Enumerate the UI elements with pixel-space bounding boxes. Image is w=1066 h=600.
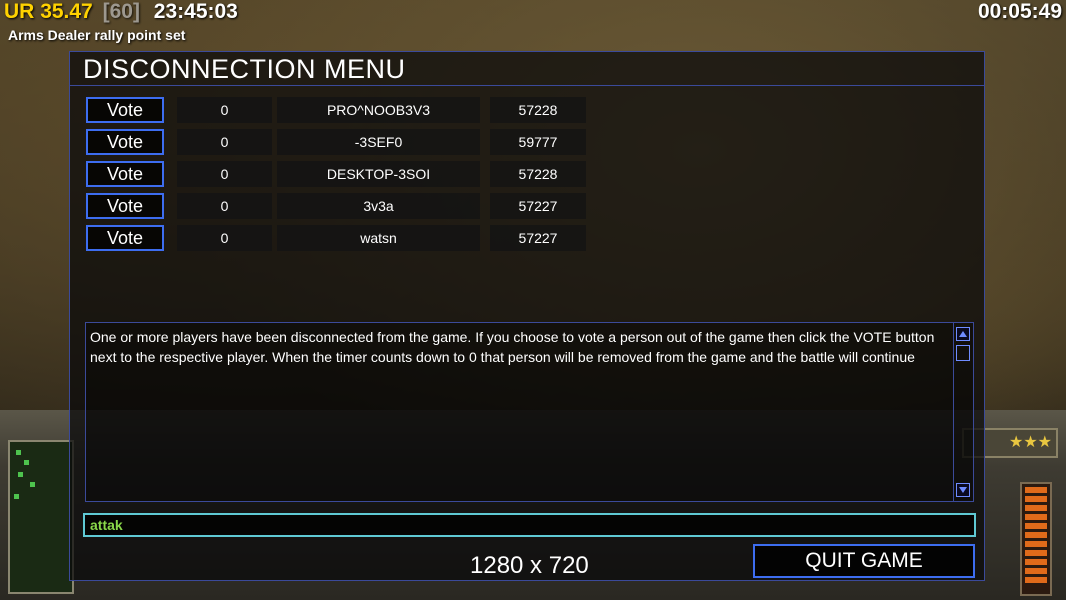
chat-input[interactable]: attak: [83, 513, 976, 537]
ur-label: UR: [4, 0, 35, 23]
vote-count: 0: [177, 129, 272, 155]
game-timer: 00:05:49: [977, 0, 1062, 23]
player-port: 57227: [490, 225, 586, 251]
minimap-unit: [30, 482, 35, 487]
power-meter: [1020, 482, 1052, 596]
disconnection-dialog: DISCONNECTION MENU Vote 0 PRO^NOOB3V3 57…: [69, 51, 985, 581]
disconnect-message: One or more players have been disconnect…: [90, 329, 935, 365]
player-port: 59777: [490, 129, 586, 155]
vote-count: 0: [177, 225, 272, 251]
player-name: watsn: [277, 225, 480, 251]
vote-count: 0: [177, 161, 272, 187]
player-name: DESKTOP-3SOI: [277, 161, 480, 187]
minimap-unit: [24, 460, 29, 465]
scroll-down-icon[interactable]: [956, 483, 970, 497]
player-name: PRO^NOOB3V3: [277, 97, 480, 123]
message-box: One or more players have been disconnect…: [85, 322, 974, 502]
message-scrollbar[interactable]: [953, 323, 973, 501]
vote-count: 0: [177, 193, 272, 219]
quit-game-button[interactable]: QUIT GAME: [753, 544, 975, 578]
player-name: -3SEF0: [277, 129, 480, 155]
vote-button[interactable]: Vote: [86, 193, 164, 219]
minimap-unit: [14, 494, 19, 499]
scroll-thumb[interactable]: [956, 345, 970, 361]
minimap-unit: [16, 450, 21, 455]
player-port: 57228: [490, 97, 586, 123]
scroll-up-icon[interactable]: [956, 327, 970, 341]
hud-stats: UR 35.47 [60] 23:45:03: [4, 0, 238, 24]
hud-faded-value: [60]: [102, 0, 140, 23]
ur-value: 35.47: [40, 0, 93, 23]
resolution-label: 1280 x 720: [470, 552, 589, 579]
minimap-unit: [18, 472, 23, 477]
game-notification: Arms Dealer rally point set: [8, 27, 186, 43]
dialog-title: DISCONNECTION MENU: [83, 54, 406, 84]
player-port: 57228: [490, 161, 586, 187]
vote-button[interactable]: Vote: [86, 97, 164, 123]
vote-count: 0: [177, 97, 272, 123]
vote-button[interactable]: Vote: [86, 225, 164, 251]
player-port: 57227: [490, 193, 586, 219]
player-name: 3v3a: [277, 193, 480, 219]
vote-button[interactable]: Vote: [86, 161, 164, 187]
title-divider: [70, 85, 984, 86]
minimap: [8, 440, 74, 594]
vote-button[interactable]: Vote: [86, 129, 164, 155]
system-clock: 23:45:03: [153, 0, 238, 23]
